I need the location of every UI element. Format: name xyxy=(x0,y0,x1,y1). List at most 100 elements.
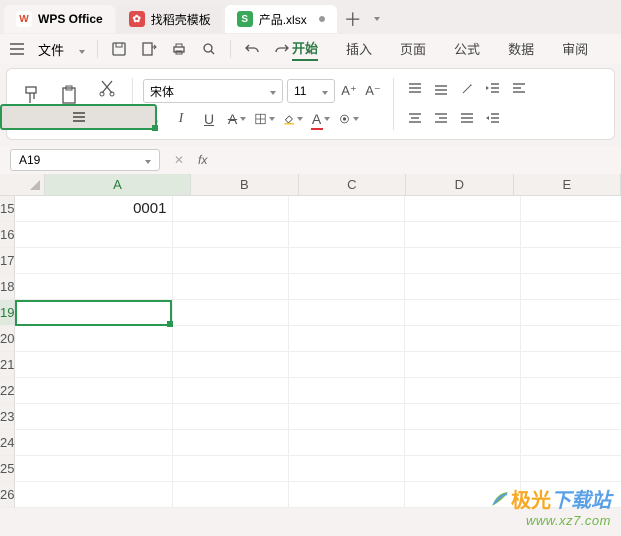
justify-icon[interactable] xyxy=(456,106,478,132)
cell[interactable]: 0001 xyxy=(15,196,173,222)
name-box[interactable]: A19 xyxy=(10,149,160,171)
cell[interactable] xyxy=(521,274,621,300)
cell[interactable] xyxy=(521,300,621,326)
cell[interactable] xyxy=(173,248,289,274)
cell[interactable] xyxy=(15,378,173,404)
cell[interactable] xyxy=(289,222,405,248)
format-painter-icon[interactable] xyxy=(17,82,47,108)
cell[interactable] xyxy=(521,456,621,482)
row-header[interactable]: 17 xyxy=(0,248,15,274)
cell[interactable] xyxy=(521,222,621,248)
undo-icon[interactable] xyxy=(243,40,261,58)
print-preview-icon[interactable] xyxy=(200,40,218,58)
cell[interactable] xyxy=(15,248,173,274)
align-right-icon[interactable] xyxy=(430,106,452,132)
cells-area[interactable]: 0001 xyxy=(15,196,621,508)
ribbon-tab-data[interactable]: 数据 xyxy=(508,39,534,60)
font-name-select[interactable]: 宋体 xyxy=(143,79,283,103)
cell[interactable] xyxy=(289,274,405,300)
cell[interactable] xyxy=(521,378,621,404)
paste-label[interactable]: 粘贴 xyxy=(54,110,86,126)
cell[interactable] xyxy=(405,430,521,456)
font-size-select[interactable]: 11 xyxy=(287,79,335,103)
cell[interactable] xyxy=(521,248,621,274)
decrease-font-icon[interactable]: A⁻ xyxy=(363,81,383,101)
cell[interactable] xyxy=(405,456,521,482)
file-menu[interactable]: 文件 xyxy=(38,40,64,59)
cell[interactable] xyxy=(521,404,621,430)
cell[interactable] xyxy=(173,456,289,482)
cell[interactable] xyxy=(289,378,405,404)
align-left-icon[interactable] xyxy=(508,76,530,102)
row-header[interactable]: 26 xyxy=(0,482,15,508)
tab-file[interactable]: S 产品.xlsx xyxy=(225,5,337,33)
hamburger-icon[interactable] xyxy=(8,40,26,58)
row-header[interactable]: 25 xyxy=(0,456,15,482)
orientation-icon[interactable] xyxy=(456,76,478,102)
cell[interactable] xyxy=(289,248,405,274)
cell[interactable] xyxy=(405,300,521,326)
col-header-A[interactable]: A xyxy=(45,174,191,195)
align-bottom-icon[interactable] xyxy=(430,76,452,102)
row-header[interactable]: 18 xyxy=(0,274,15,300)
cell[interactable] xyxy=(289,352,405,378)
row-header[interactable]: 16 xyxy=(0,222,15,248)
select-all-corner[interactable] xyxy=(0,174,45,195)
cell-style-button[interactable] xyxy=(339,109,359,129)
save-icon[interactable] xyxy=(110,40,128,58)
cell[interactable] xyxy=(173,300,289,326)
strikethrough-button[interactable]: A xyxy=(227,109,247,129)
ribbon-tab-formula[interactable]: 公式 xyxy=(454,39,480,60)
cell[interactable] xyxy=(405,326,521,352)
col-header-E[interactable]: E xyxy=(514,174,621,195)
copy-icon[interactable] xyxy=(92,107,122,133)
row-header[interactable]: 15 xyxy=(0,196,15,222)
cell[interactable] xyxy=(521,196,621,222)
row-header[interactable]: 20 xyxy=(0,326,15,352)
new-tab-button[interactable]: ＋ xyxy=(339,5,367,33)
cell[interactable] xyxy=(289,456,405,482)
cell[interactable] xyxy=(289,326,405,352)
print-icon[interactable] xyxy=(170,40,188,58)
cell[interactable] xyxy=(15,352,173,378)
cell[interactable] xyxy=(405,196,521,222)
cell[interactable] xyxy=(289,196,405,222)
cancel-icon[interactable]: ✕ xyxy=(170,151,188,169)
increase-font-icon[interactable]: A⁺ xyxy=(339,81,359,101)
increase-indent-icon[interactable] xyxy=(482,106,504,132)
cell[interactable] xyxy=(15,300,173,326)
paste-icon[interactable] xyxy=(55,82,85,108)
cell[interactable] xyxy=(173,196,289,222)
redo-icon[interactable] xyxy=(273,40,291,58)
tab-template[interactable]: ✿ 找稻壳模板 xyxy=(117,5,223,33)
cell[interactable] xyxy=(521,430,621,456)
cell[interactable] xyxy=(15,456,173,482)
row-header[interactable]: 24 xyxy=(0,430,15,456)
align-top-icon[interactable] xyxy=(404,76,426,102)
fill-color-button[interactable] xyxy=(283,109,303,129)
export-icon[interactable] xyxy=(140,40,158,58)
cut-icon[interactable] xyxy=(92,75,122,101)
cell[interactable] xyxy=(405,274,521,300)
cell[interactable] xyxy=(289,430,405,456)
font-color-button[interactable]: A xyxy=(311,109,331,129)
cell[interactable] xyxy=(289,482,405,508)
fx-icon[interactable]: fx xyxy=(198,153,207,167)
cell[interactable] xyxy=(173,378,289,404)
cell[interactable] xyxy=(173,352,289,378)
formula-input[interactable] xyxy=(217,149,611,171)
cell[interactable] xyxy=(521,326,621,352)
ribbon-tab-start[interactable]: 开始 xyxy=(292,38,318,61)
cell[interactable] xyxy=(15,222,173,248)
cell[interactable] xyxy=(15,430,173,456)
cell[interactable] xyxy=(405,352,521,378)
cell[interactable] xyxy=(289,300,405,326)
cell[interactable] xyxy=(405,378,521,404)
ribbon-tab-review[interactable]: 审阅 xyxy=(562,39,588,60)
col-header-B[interactable]: B xyxy=(191,174,298,195)
col-header-D[interactable]: D xyxy=(406,174,513,195)
cell[interactable] xyxy=(173,482,289,508)
cell[interactable] xyxy=(521,352,621,378)
col-header-C[interactable]: C xyxy=(299,174,406,195)
border-button[interactable] xyxy=(255,109,275,129)
